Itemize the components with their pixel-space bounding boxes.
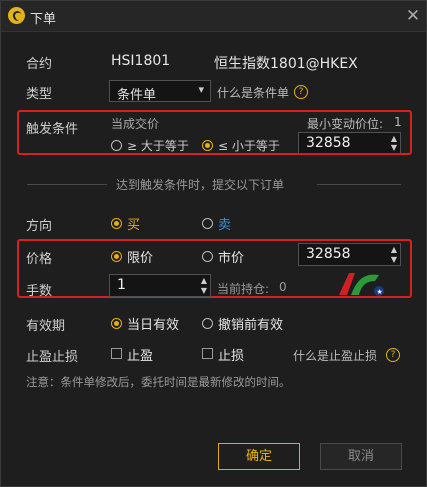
- spin-down-icon[interactable]: ▼: [391, 256, 397, 264]
- cancel-button[interactable]: 取消: [320, 443, 402, 470]
- buy-label[interactable]: 买: [127, 214, 140, 233]
- confirm-button[interactable]: 确定: [218, 443, 300, 470]
- divider-text: 达到触发条件时，提交以下订单: [116, 178, 285, 192]
- spin-up-icon[interactable]: ▲: [391, 135, 397, 143]
- title-bar: 下单 ✕: [1, 1, 426, 32]
- stop-loss-checkbox[interactable]: [202, 348, 213, 359]
- order-type-select[interactable]: 条件单 ▾: [109, 80, 211, 103]
- note-text: 注意：条件单修改后，委托时间是最新修改的时间。: [26, 375, 291, 389]
- trigger-price-input[interactable]: 32858 ▲ ▼: [298, 132, 401, 154]
- trigger-ge-radio[interactable]: [111, 140, 122, 151]
- help-icon[interactable]: ?: [294, 85, 308, 99]
- order-dialog: 下单 ✕ 合约 HSI1801 恒生指数1801@HKEX 类型 条件单 ▾ 什…: [0, 0, 427, 487]
- svg-text:★: ★: [377, 288, 383, 296]
- order-type-value: 条件单: [117, 88, 157, 103]
- gtc-order-radio[interactable]: [202, 318, 213, 329]
- min-tick-label: 最小变动价位:: [307, 117, 384, 131]
- gtc-order-label[interactable]: 撤销前有效: [218, 314, 283, 333]
- position-label: 当前持仓:: [217, 282, 270, 296]
- trigger-label: 触发条件: [26, 122, 79, 137]
- take-profit-label[interactable]: 止盈: [127, 345, 153, 364]
- type-label: 类型: [26, 87, 53, 102]
- price-label: 价格: [26, 252, 53, 267]
- window-title: 下单: [30, 12, 57, 27]
- limit-price-radio[interactable]: [111, 251, 122, 262]
- validity-label: 有效期: [26, 319, 66, 334]
- position-value: 0: [279, 280, 287, 294]
- take-profit-checkbox[interactable]: [111, 348, 122, 359]
- trigger-price-value: 32858: [306, 135, 351, 151]
- qty-input[interactable]: 1 ▲ ▼: [109, 274, 211, 297]
- watermark-logo-icon: ★: [339, 273, 384, 296]
- spin-down-icon[interactable]: ▼: [201, 287, 207, 295]
- min-tick-value: 1: [394, 115, 402, 129]
- buy-radio[interactable]: [111, 218, 122, 229]
- order-price-input[interactable]: 32858 ▲ ▼: [298, 243, 401, 266]
- help-icon[interactable]: ?: [386, 348, 400, 362]
- spin-up-icon[interactable]: ▲: [201, 277, 207, 285]
- sell-label[interactable]: 卖: [218, 214, 231, 233]
- qty-label: 手数: [26, 284, 53, 299]
- limit-price-label[interactable]: 限价: [127, 247, 153, 266]
- day-order-radio[interactable]: [111, 318, 122, 329]
- market-price-radio[interactable]: [202, 251, 213, 262]
- trigger-price-type: 当成交价: [111, 117, 160, 131]
- what-is-conditional-link[interactable]: 什么是条件单: [217, 84, 289, 101]
- what-is-stop-link[interactable]: 什么是止盈止损: [293, 347, 377, 364]
- contract-label: 合约: [26, 57, 53, 72]
- trigger-ge-label[interactable]: ≥ 大于等于: [127, 137, 189, 154]
- stop-loss-label[interactable]: 止损: [218, 345, 244, 364]
- sell-radio[interactable]: [202, 218, 213, 229]
- market-price-label[interactable]: 市价: [218, 247, 244, 266]
- divider-left: [27, 184, 107, 185]
- divider-right: [317, 184, 401, 185]
- contract-name: 恒生指数1801@HKEX: [214, 56, 358, 72]
- contract-code: HSI1801: [111, 53, 171, 69]
- stop-label: 止盈止损: [26, 350, 79, 365]
- spin-down-icon[interactable]: ▼: [391, 144, 397, 152]
- app-logo-icon: [8, 7, 25, 24]
- order-price-value: 32858: [306, 246, 351, 262]
- direction-label: 方向: [26, 219, 53, 234]
- qty-value: 1: [117, 277, 126, 293]
- spin-up-icon[interactable]: ▲: [391, 246, 397, 254]
- chevron-down-icon: ▾: [198, 83, 204, 96]
- trigger-le-radio[interactable]: [202, 140, 213, 151]
- close-icon[interactable]: ✕: [403, 6, 423, 26]
- day-order-label[interactable]: 当日有效: [127, 314, 179, 333]
- trigger-le-label[interactable]: ≤ 小于等于: [218, 137, 280, 154]
